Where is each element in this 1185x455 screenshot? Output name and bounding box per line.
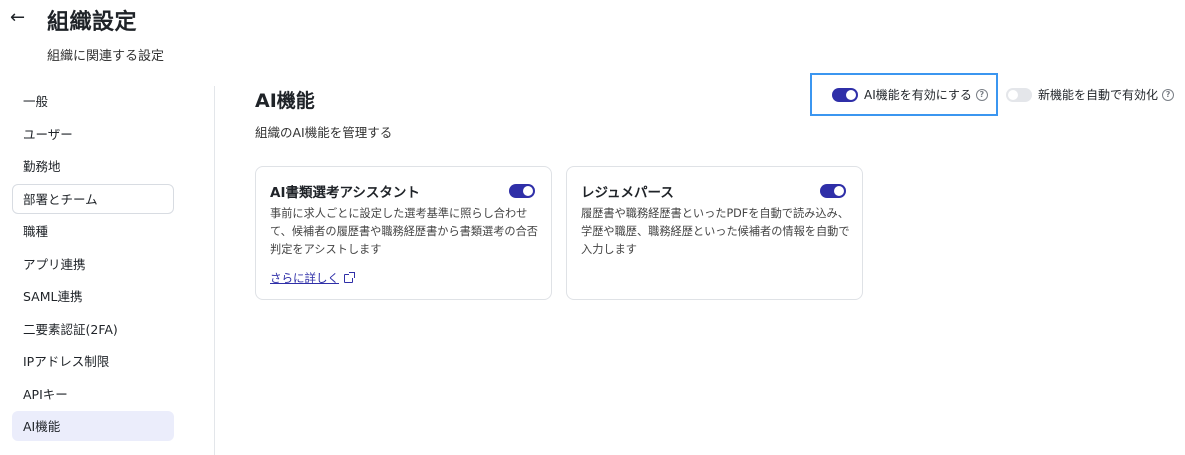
auto-enable-toggle[interactable]: 新機能を自動で有効化 ? — [1006, 73, 1175, 116]
sidebar-item-saml[interactable]: SAML連携 — [12, 281, 174, 311]
page-title: 組織設定 — [47, 10, 138, 35]
sidebar-item-api-keys[interactable]: APIキー — [12, 379, 174, 409]
sidebar-item-departments[interactable]: 部署とチーム — [12, 183, 174, 214]
sidebar-item-general[interactable]: 一般 — [12, 86, 174, 116]
sidebar-item-ai-features[interactable]: AI機能 — [12, 411, 174, 441]
sidebar-divider — [214, 86, 215, 455]
auto-enable-switch[interactable] — [1006, 87, 1032, 102]
page-header: ← 組織設定 組織に関連する設定 — [0, 0, 1185, 75]
enable-ai-toggle[interactable]: AI機能を有効にする ? — [810, 73, 998, 116]
card-description: 履歴書や職務経歴書といったPDFを自動で読み込み、学歴や職歴、職務経歴といった候… — [581, 207, 850, 256]
section-title: AI機能 — [255, 90, 315, 112]
resume-parse-switch[interactable] — [820, 184, 846, 198]
feature-card-screening-assistant: AI書類選考アシスタント 事前に求人ごとに設定した選考基準に照らし合わせて、候補… — [255, 166, 552, 300]
feature-card-resume-parse: レジュメパース 履歴書や職務経歴書といったPDFを自動で読み込み、学歴や職歴、職… — [566, 166, 863, 300]
auto-enable-label: 新機能を自動で有効化 — [1038, 88, 1159, 102]
help-circle-icon[interactable]: ? — [1162, 88, 1175, 101]
section-subtitle: 組織のAI機能を管理する — [255, 125, 393, 140]
sidebar-item-locations[interactable]: 勤務地 — [12, 151, 174, 181]
screening-assistant-switch[interactable] — [509, 184, 535, 198]
sidebar-item-ip-restriction[interactable]: IPアドレス制限 — [12, 346, 174, 376]
card-title: レジュメパース — [581, 185, 674, 201]
sidebar-item-app-integrations[interactable]: アプリ連携 — [12, 249, 174, 279]
back-arrow-icon[interactable]: ← — [10, 8, 30, 28]
card-description: 事前に求人ごとに設定した選考基準に照らし合わせて、候補者の履歴書や職務経歴書から… — [270, 207, 538, 256]
card-title: AI書類選考アシスタント — [270, 185, 420, 201]
help-circle-icon[interactable]: ? — [975, 88, 988, 101]
enable-ai-label: AI機能を有効にする — [864, 88, 972, 102]
sidebar-item-2fa[interactable]: 二要素認証(2FA) — [12, 314, 174, 344]
settings-sidebar: 一般 ユーザー 勤務地 部署とチーム 職種 アプリ連携 SAML連携 二要素認証… — [12, 86, 174, 444]
learn-more-link[interactable]: さらに詳しく — [270, 270, 355, 286]
sidebar-item-job-types[interactable]: 職種 — [12, 216, 174, 246]
learn-more-label: さらに詳しく — [270, 271, 339, 285]
page-subtitle: 組織に関連する設定 — [47, 49, 165, 64]
sidebar-item-users[interactable]: ユーザー — [12, 119, 174, 149]
enable-ai-switch[interactable] — [832, 87, 858, 102]
external-link-icon — [344, 272, 355, 283]
